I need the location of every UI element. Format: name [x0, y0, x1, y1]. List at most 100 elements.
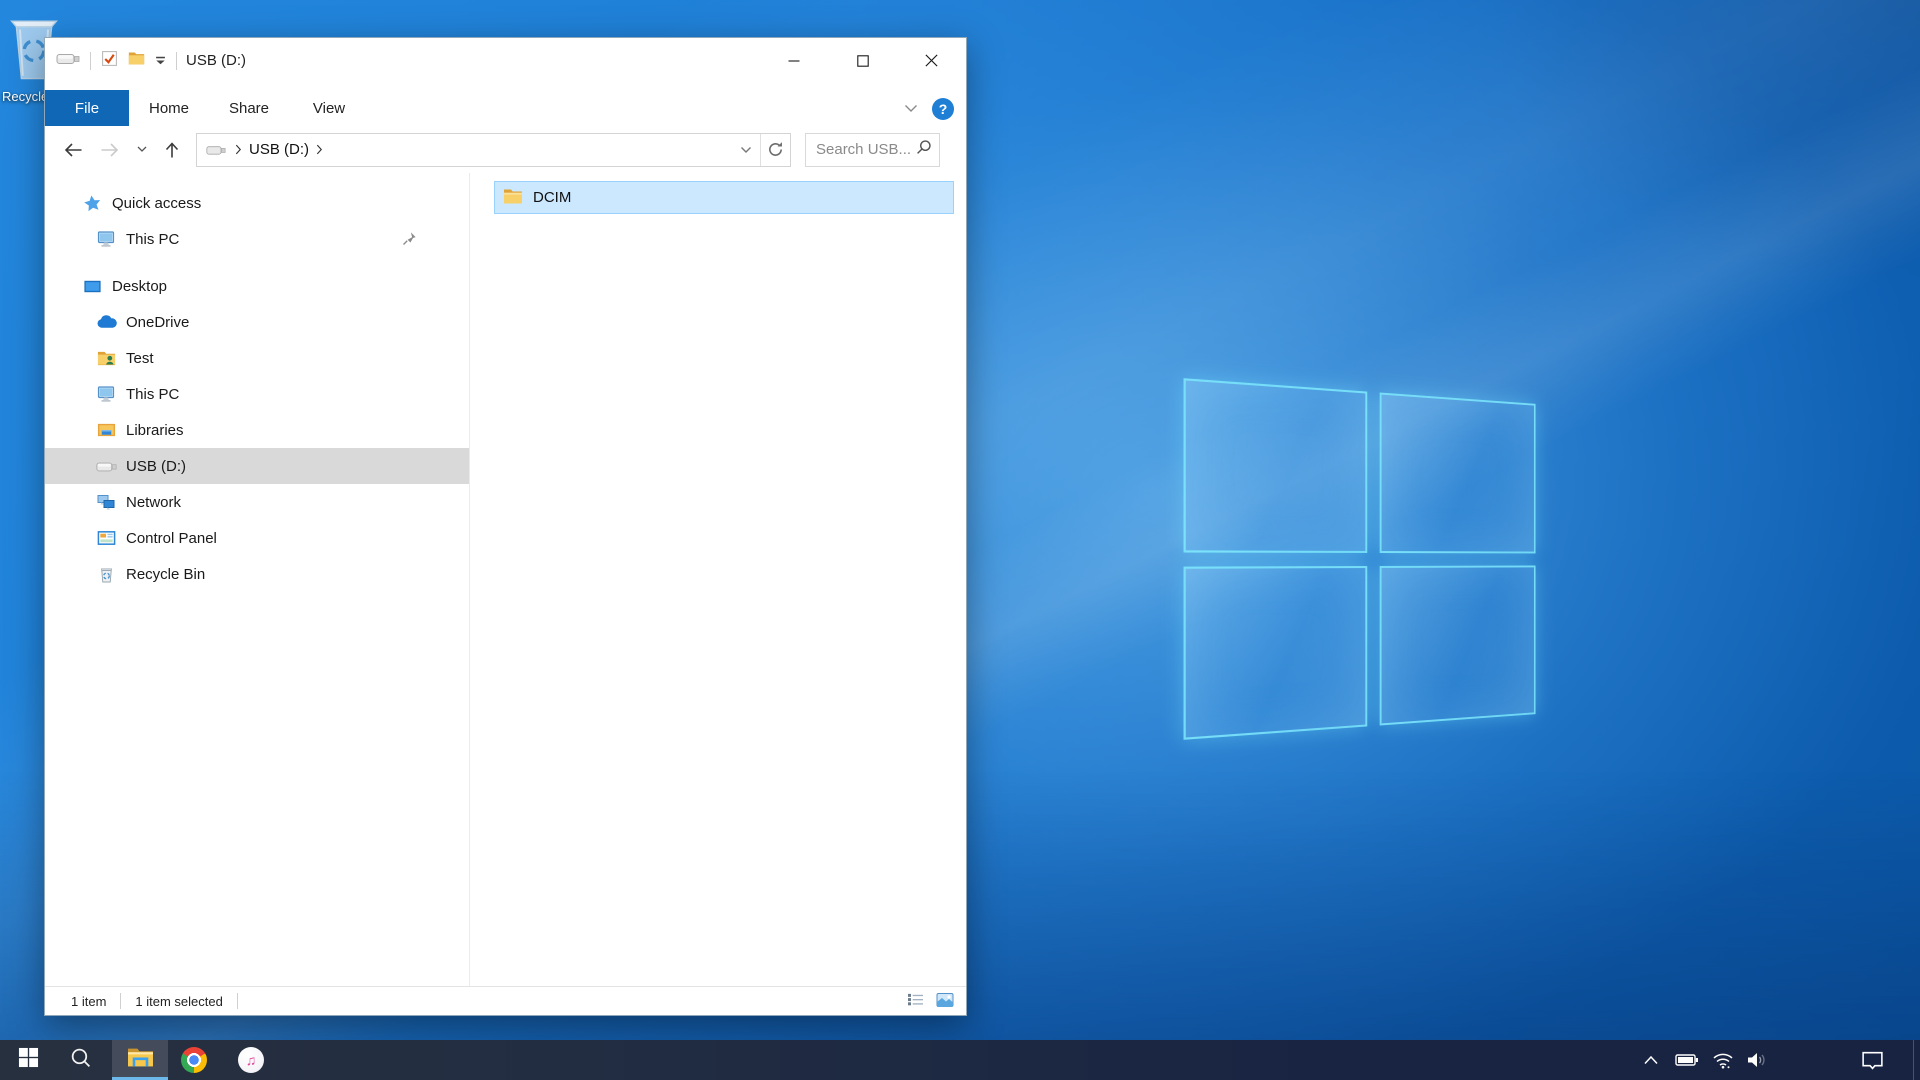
sidebar-item-label: OneDrive [126, 314, 189, 331]
thumbnail-view-icon[interactable] [936, 992, 954, 1011]
search-box [805, 133, 940, 167]
taskbar: ♫ [0, 1040, 1920, 1080]
windows-logo [1184, 378, 1536, 740]
minimize-button[interactable] [759, 38, 828, 83]
wifi-icon[interactable] [1706, 1040, 1740, 1080]
sidebar-item-label: Desktop [112, 278, 167, 295]
sidebar-item-label: Network [126, 494, 181, 511]
window-title: USB (D:) [186, 52, 246, 69]
windows-logo-pane [1184, 566, 1367, 740]
sidebar-item-label: This PC [126, 386, 179, 403]
show-desktop-button[interactable] [1913, 1040, 1920, 1080]
toolbar-separator [90, 52, 91, 70]
sidebar-item-onedrive[interactable]: OneDrive [45, 304, 469, 340]
sidebar-item-recycle-bin[interactable]: Recycle Bin [45, 556, 469, 592]
start-button[interactable] [4, 1040, 52, 1080]
window-content: Quick access This PC [45, 173, 966, 986]
sidebar-item-label: Control Panel [126, 530, 217, 547]
recycle-bin-icon [95, 566, 117, 583]
properties-checkbox-icon[interactable] [101, 50, 118, 72]
sidebar-item-network[interactable]: Network [45, 484, 469, 520]
sidebar-item-label: Quick access [112, 195, 201, 212]
taskbar-chrome-button[interactable] [170, 1040, 218, 1080]
sidebar-item-label: Recycle Bin [126, 566, 205, 583]
customize-qat-chevron-icon[interactable] [155, 52, 166, 70]
taskbar-search-button[interactable] [56, 1040, 104, 1080]
file-list: DCIM [470, 173, 966, 986]
sidebar-item-label: Test [126, 350, 154, 367]
network-icon [95, 493, 117, 511]
navigation-toolbar: USB (D:) [45, 126, 966, 173]
user-folder-icon [95, 350, 117, 366]
windows-start-icon [18, 1047, 39, 1073]
desktop-icon [81, 277, 103, 296]
sidebar-item-control-panel[interactable]: Control Panel [45, 520, 469, 556]
tab-home[interactable]: Home [129, 90, 209, 126]
sidebar-item-test[interactable]: Test [45, 340, 469, 376]
sidebar-item-quick-access[interactable]: Quick access [45, 185, 469, 221]
item-count: 1 item [71, 994, 106, 1009]
music-note-glyph: ♫ [246, 1052, 257, 1068]
address-dropdown-chevron-icon[interactable] [732, 134, 760, 166]
window-controls [759, 38, 966, 83]
search-input[interactable] [814, 140, 916, 159]
action-center-icon[interactable] [1848, 1040, 1896, 1080]
file-explorer-icon [127, 1046, 154, 1074]
forward-button[interactable] [91, 133, 129, 167]
breadcrumb-chevron-icon[interactable] [316, 144, 323, 155]
sidebar-item-this-pc[interactable]: This PC [45, 376, 469, 412]
breadcrumb-chevron-icon[interactable] [235, 144, 242, 155]
usb-drive-icon [95, 460, 117, 473]
recent-locations-chevron-icon[interactable] [129, 133, 155, 167]
monitor-icon [95, 384, 117, 404]
sidebar-item-label: Libraries [126, 422, 184, 439]
details-view-icon[interactable] [907, 992, 924, 1010]
sidebar-item-usb-d[interactable]: USB (D:) [45, 448, 469, 484]
refresh-icon[interactable] [760, 134, 790, 166]
file-explorer-window: USB (D:) File Home Share View ? [44, 37, 967, 1016]
pin-icon [402, 231, 417, 246]
monitor-icon [95, 229, 117, 249]
volume-icon[interactable] [1740, 1040, 1774, 1080]
onedrive-cloud-icon [95, 315, 117, 329]
tray-expand-chevron-icon[interactable] [1634, 1040, 1668, 1080]
back-button[interactable] [55, 133, 91, 167]
control-panel-icon [95, 530, 117, 546]
maximize-button[interactable] [828, 38, 897, 83]
windows-logo-pane [1379, 565, 1535, 726]
chrome-icon [181, 1047, 207, 1073]
search-icon[interactable] [916, 139, 932, 160]
sidebar-item-desktop[interactable]: Desktop [45, 268, 469, 304]
tab-share[interactable]: Share [209, 90, 289, 126]
folder-icon [503, 188, 523, 208]
taskbar-itunes-button[interactable]: ♫ [227, 1040, 275, 1080]
status-separator [237, 993, 238, 1009]
taskbar-file-explorer-button[interactable] [112, 1040, 168, 1080]
up-button[interactable] [155, 133, 189, 167]
quick-access-toolbar [45, 50, 177, 72]
ribbon-tab-bar: File Home Share View ? [45, 83, 966, 126]
tab-file[interactable]: File [45, 90, 129, 126]
sidebar-item-this-pc-pinned[interactable]: This PC [45, 221, 469, 257]
quick-access-star-icon [81, 194, 103, 213]
close-button[interactable] [897, 38, 966, 83]
breadcrumb-path-segment[interactable]: USB (D:) [249, 141, 309, 158]
tab-view[interactable]: View [289, 90, 369, 126]
libraries-icon [95, 422, 117, 438]
status-bar: 1 item 1 item selected [45, 986, 966, 1015]
help-icon[interactable]: ? [932, 98, 954, 120]
battery-icon[interactable] [1670, 1040, 1704, 1080]
usb-drive-icon [56, 51, 80, 71]
usb-drive-icon [206, 144, 226, 156]
title-bar[interactable]: USB (D:) [45, 38, 966, 83]
search-icon [69, 1046, 92, 1074]
new-folder-icon[interactable] [128, 51, 145, 70]
address-bar[interactable]: USB (D:) [196, 133, 791, 167]
navigation-pane: Quick access This PC [45, 173, 470, 986]
toolbar-separator [176, 52, 177, 70]
windows-logo-pane [1184, 378, 1367, 552]
expand-ribbon-chevron-icon[interactable] [904, 100, 918, 118]
file-item-dcim[interactable]: DCIM [494, 181, 954, 214]
windows-logo-pane [1379, 392, 1535, 553]
sidebar-item-libraries[interactable]: Libraries [45, 412, 469, 448]
